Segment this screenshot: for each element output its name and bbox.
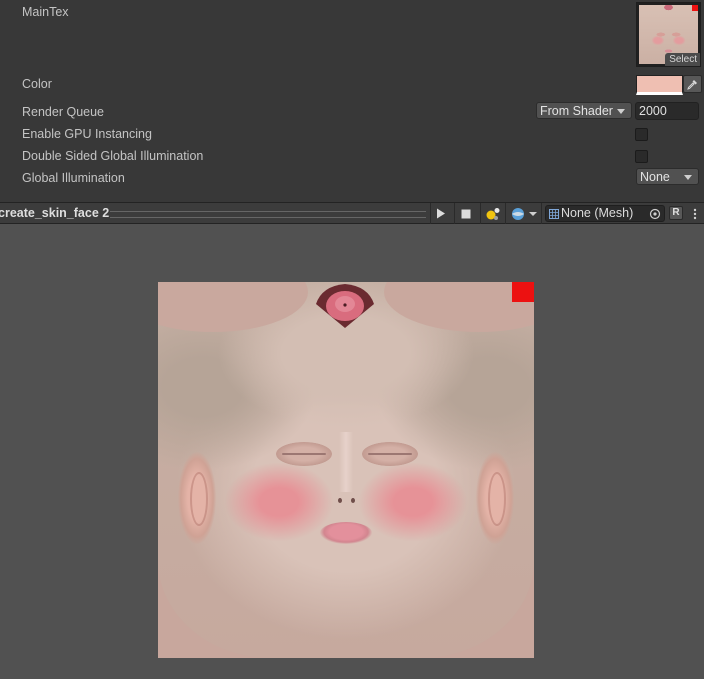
preview-title: create_skin_face 2 — [0, 206, 110, 220]
drag-handle[interactable] — [110, 211, 426, 218]
stop-button[interactable] — [458, 206, 474, 221]
texture-select-button[interactable]: Select — [665, 53, 700, 66]
toolbar-divider — [541, 203, 542, 224]
sphere-icon — [511, 207, 524, 220]
toolbar-divider — [430, 203, 431, 224]
face-texture-image — [158, 282, 534, 658]
left-ear — [178, 452, 216, 544]
light-icon — [486, 207, 500, 220]
preview-light-button[interactable] — [484, 206, 502, 221]
global-illumination-label: Global Illumination — [22, 171, 125, 185]
render-queue-field[interactable]: 2000 — [635, 102, 699, 120]
more-icon — [693, 208, 697, 219]
mesh-grid-icon — [549, 209, 559, 219]
right-eye — [362, 442, 418, 466]
toolbar-divider — [454, 203, 455, 224]
toolbar-divider — [480, 203, 481, 224]
lips — [320, 522, 372, 544]
gpu-instancing-checkbox[interactable] — [635, 128, 648, 141]
maintex-thumbnail[interactable]: Select — [636, 2, 701, 67]
texture-preview-area[interactable] — [0, 224, 704, 679]
double-sided-gi-checkbox[interactable] — [635, 150, 648, 163]
render-queue-mode-dropdown[interactable]: From Shader — [536, 102, 632, 119]
more-options-button[interactable] — [690, 206, 700, 221]
nose-bridge — [339, 432, 353, 492]
texture-red-marker — [512, 282, 534, 302]
material-inspector: MainTex Select Color Render Queue From S… — [0, 0, 704, 202]
toolbar-divider — [505, 203, 506, 224]
right-blush — [358, 462, 468, 542]
target-icon[interactable] — [649, 208, 661, 220]
render-queue-mode-value: From Shader — [540, 104, 613, 118]
forehead-gem — [316, 284, 374, 328]
preview-mesh-field[interactable]: None (Mesh) — [545, 205, 665, 222]
color-label: Color — [22, 77, 52, 91]
global-illumination-value: None — [640, 170, 670, 184]
left-blush — [224, 462, 334, 542]
mesh-value: None (Mesh) — [561, 206, 634, 220]
gpu-instancing-label: Enable GPU Instancing — [22, 127, 152, 141]
color-swatch-field[interactable] — [636, 75, 683, 95]
play-icon — [437, 208, 445, 219]
texture-marker — [692, 5, 698, 11]
double-sided-gi-label: Double Sided Global Illumination — [22, 149, 204, 163]
maintex-label: MainTex — [22, 5, 69, 19]
right-ear — [476, 452, 514, 544]
eyedropper-button[interactable] — [683, 75, 702, 93]
preview-toolbar: create_skin_face 2 None (Mesh) R — [0, 202, 704, 224]
chevron-down-icon — [528, 211, 537, 216]
right-nostril — [351, 498, 355, 503]
left-nostril — [338, 498, 342, 503]
render-queue-label: Render Queue — [22, 105, 105, 119]
preview-shape-dropdown[interactable] — [509, 206, 539, 221]
stop-icon — [461, 209, 471, 218]
play-button[interactable] — [433, 206, 449, 221]
chevron-down-icon — [684, 175, 692, 180]
left-eye — [276, 442, 332, 466]
reset-view-button[interactable]: R — [669, 206, 683, 220]
eyedropper-icon — [687, 79, 697, 90]
chevron-down-icon — [617, 109, 625, 114]
global-illumination-dropdown[interactable]: None — [636, 168, 699, 185]
